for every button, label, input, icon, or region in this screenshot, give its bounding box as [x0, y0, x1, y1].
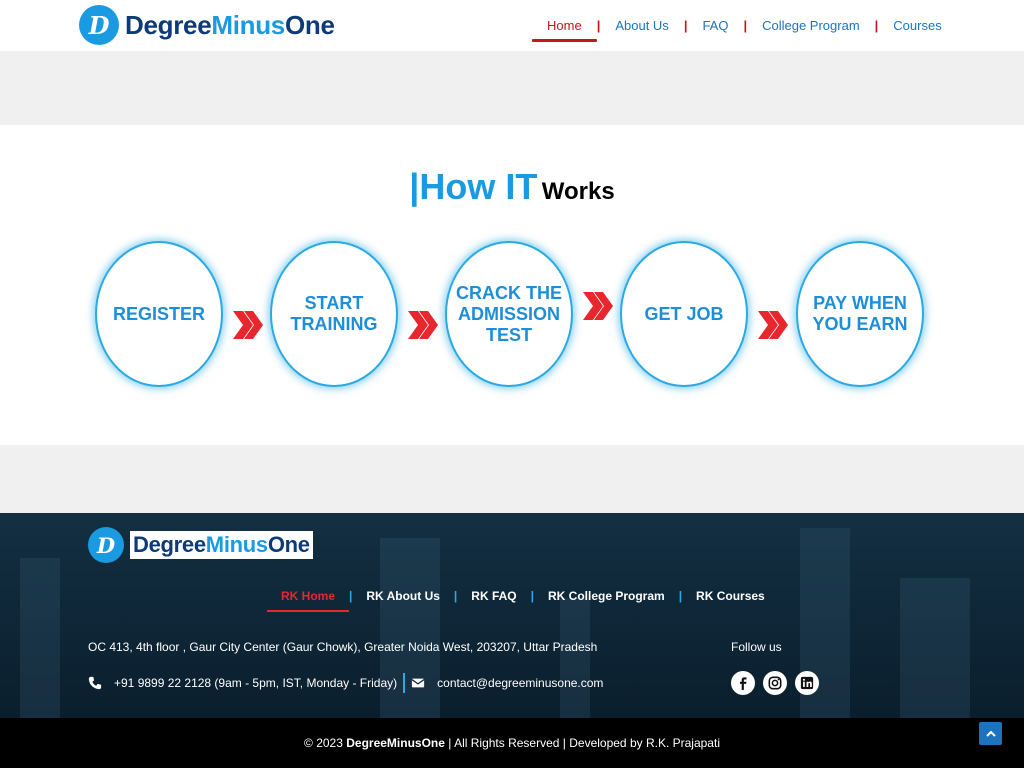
follow-us-label: Follow us [731, 640, 782, 654]
footer-nav-home-link[interactable]: RK Home [267, 589, 350, 612]
phone-icon [88, 676, 102, 690]
step-start-training: START TRAINING [270, 241, 398, 387]
footer-phone[interactable]: +91 9899 22 2128 (9am - 5pm, IST, Monday… [114, 676, 397, 690]
double-chevron-right-icon [408, 311, 438, 339]
logo-text: DegreeMinusOne [125, 9, 335, 40]
scroll-to-top-button[interactable] [979, 722, 1002, 745]
copyright-text: | All Rights Reserved | Developed by R.K… [448, 736, 720, 750]
site-logo[interactable]: D DegreeMinusOne [79, 5, 335, 45]
copyright-brand: DegreeMinusOne [346, 736, 445, 750]
site-header: D DegreeMinusOne Home | About Us | FAQ |… [0, 0, 1024, 51]
footer-nav-faq-link[interactable]: RK FAQ [457, 589, 530, 603]
step-register: REGISTER [95, 241, 223, 387]
footer-nav: RK Home | RK About Us | RK FAQ | RK Coll… [267, 589, 779, 612]
spacer-band [0, 51, 1024, 125]
contact-separator [403, 673, 406, 693]
logo-mark-icon: D [88, 527, 124, 563]
footer-nav-courses-link[interactable]: RK Courses [682, 589, 779, 603]
main-nav: Home | About Us | FAQ | College Program … [532, 18, 957, 42]
nav-faq-link[interactable]: FAQ [687, 18, 743, 33]
site-footer: D DegreeMinusOne RK Home | RK About Us |… [0, 513, 1024, 718]
step-pay-when-you-earn: PAY WHEN YOU EARN [796, 241, 924, 387]
step-get-job: GET JOB [620, 241, 748, 387]
copyright-year: © 2023 [304, 736, 343, 750]
footer-skyline-shape [560, 598, 590, 718]
how-it-works-section: |How IT Works REGISTER START TRAINING CR… [0, 125, 1024, 445]
chevron-up-icon [985, 730, 996, 737]
logo-mark-icon: D [79, 5, 119, 45]
footer-skyline-shape [900, 578, 970, 718]
envelope-icon [411, 678, 425, 688]
double-chevron-right-icon [233, 311, 263, 339]
footer-contact: +91 9899 22 2128 (9am - 5pm, IST, Monday… [88, 673, 603, 693]
section-title: |How IT Works [409, 166, 615, 207]
nav-college-program-link[interactable]: College Program [747, 18, 875, 33]
nav-home-link[interactable]: Home [532, 18, 597, 42]
copyright-bar: © 2023 DegreeMinusOne | All Rights Reser… [0, 718, 1024, 768]
social-links [731, 671, 827, 695]
double-chevron-right-icon [758, 311, 788, 339]
instagram-icon[interactable] [763, 671, 787, 695]
double-chevron-right-icon [583, 292, 613, 320]
footer-address: OC 413, 4th floor , Gaur City Center (Ga… [88, 640, 598, 654]
spacer-band [0, 445, 1024, 513]
footer-nav-about-link[interactable]: RK About Us [352, 589, 454, 603]
footer-email[interactable]: contact@degreeminusone.com [437, 676, 603, 690]
linkedin-icon[interactable] [795, 671, 819, 695]
step-crack-admission-test: CRACK THE ADMISSION TEST [445, 241, 573, 387]
facebook-icon[interactable] [731, 671, 755, 695]
footer-skyline-shape [20, 558, 60, 718]
nav-courses-link[interactable]: Courses [878, 18, 956, 33]
nav-about-link[interactable]: About Us [600, 18, 683, 33]
footer-logo[interactable]: D DegreeMinusOne [88, 527, 313, 563]
footer-nav-college-program-link[interactable]: RK College Program [534, 589, 679, 603]
logo-text: DegreeMinusOne [130, 531, 313, 559]
